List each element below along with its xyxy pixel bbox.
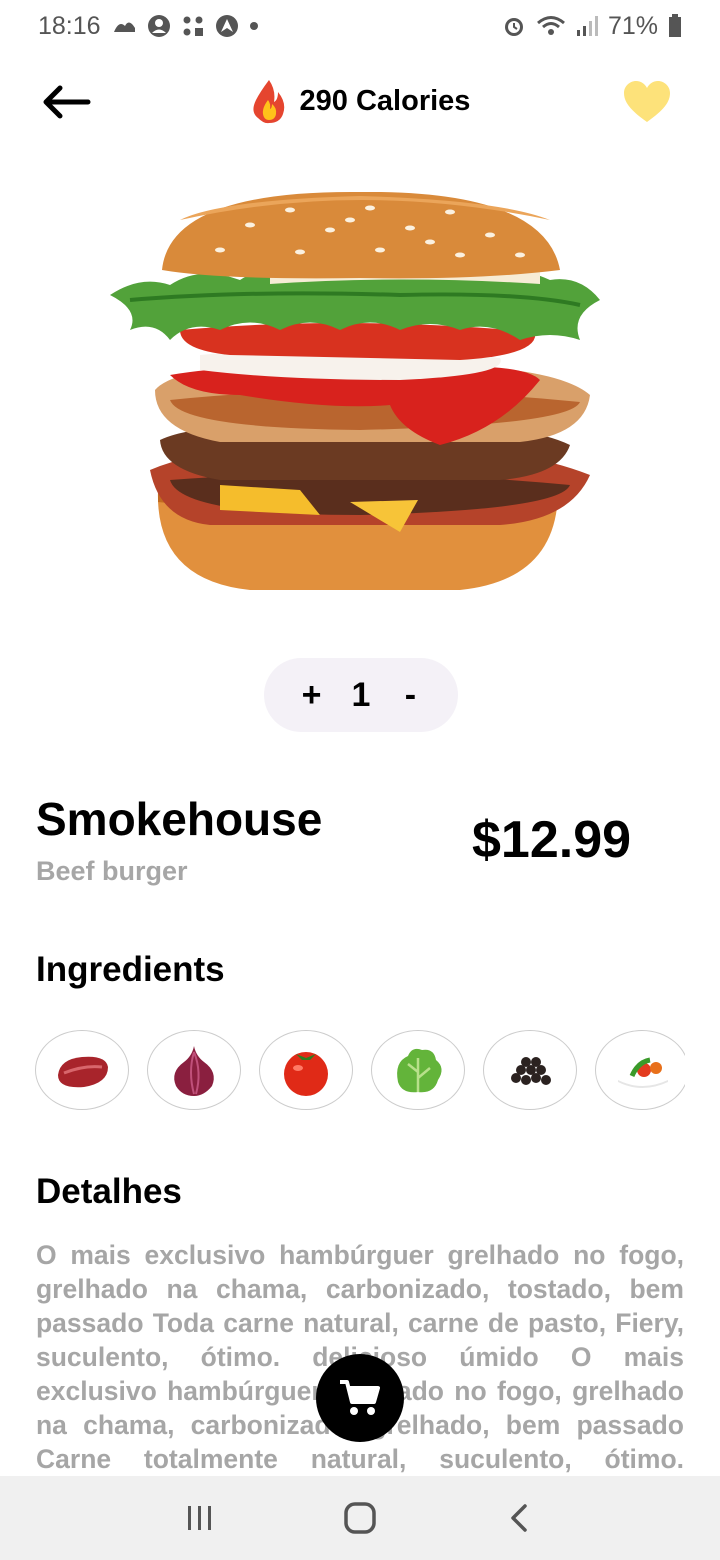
ingredient-beef[interactable] [35,1030,129,1110]
quantity-value: 1 [351,675,371,714]
apps-icon [181,14,205,38]
status-time: 18:16 [38,11,101,40]
calories-text: 290 Calories [299,84,471,117]
tomato-icon [284,1052,328,1096]
lettuce-icon [397,1048,442,1093]
product-price: $12.99 [472,811,632,869]
cart-icon [340,1380,380,1415]
dot-icon [249,21,259,31]
details-title: Detalhes [36,1172,182,1211]
ingredient-onion[interactable] [147,1030,241,1110]
header: 290 Calories [0,70,720,136]
product-image [100,180,610,610]
favorite-button[interactable] [622,80,672,124]
alarm-icon [502,14,526,38]
signal-icon [576,15,598,37]
product-subtitle: Beef burger [36,856,188,886]
back-icon [511,1504,527,1532]
heart-icon [624,81,670,122]
product-name: Smokehouse [36,793,323,845]
home-icon [344,1502,376,1534]
quantity-stepper: + 1 - [264,658,458,732]
salad-icon [618,1057,668,1088]
cloud-icon [111,16,137,36]
fire-icon [252,80,284,124]
ingredient-salad[interactable] [595,1030,685,1110]
calories-info: 290 Calories [240,78,480,124]
decrease-button[interactable]: - [395,676,425,715]
navigation-bar [0,1476,720,1560]
status-bar: 18:16 71% [0,0,720,52]
status-right: 71% [502,12,682,41]
pepper-icon [511,1057,551,1085]
ingredient-lettuce[interactable] [371,1030,465,1110]
cart-button[interactable] [316,1354,404,1442]
increase-button[interactable]: + [297,676,327,715]
navigation-icon [215,14,239,38]
ingredients-title: Ingredients [36,950,225,989]
wifi-icon [536,15,566,37]
ingredient-pepper[interactable] [483,1030,577,1110]
onion-icon [174,1046,214,1096]
battery-percent: 71% [607,11,658,40]
ingredient-tomato[interactable] [259,1030,353,1110]
recent-apps-icon [188,1506,211,1530]
status-left: 18:16 [38,12,259,41]
back-button[interactable] [38,80,94,124]
recent-apps-button[interactable] [170,1488,230,1548]
ingredients-list [35,1030,685,1114]
account-icon [147,14,171,38]
back-nav-button[interactable] [490,1488,550,1548]
beef-icon [58,1056,108,1088]
arrow-left-icon [43,85,91,119]
battery-icon [668,14,682,38]
home-button[interactable] [330,1488,390,1548]
